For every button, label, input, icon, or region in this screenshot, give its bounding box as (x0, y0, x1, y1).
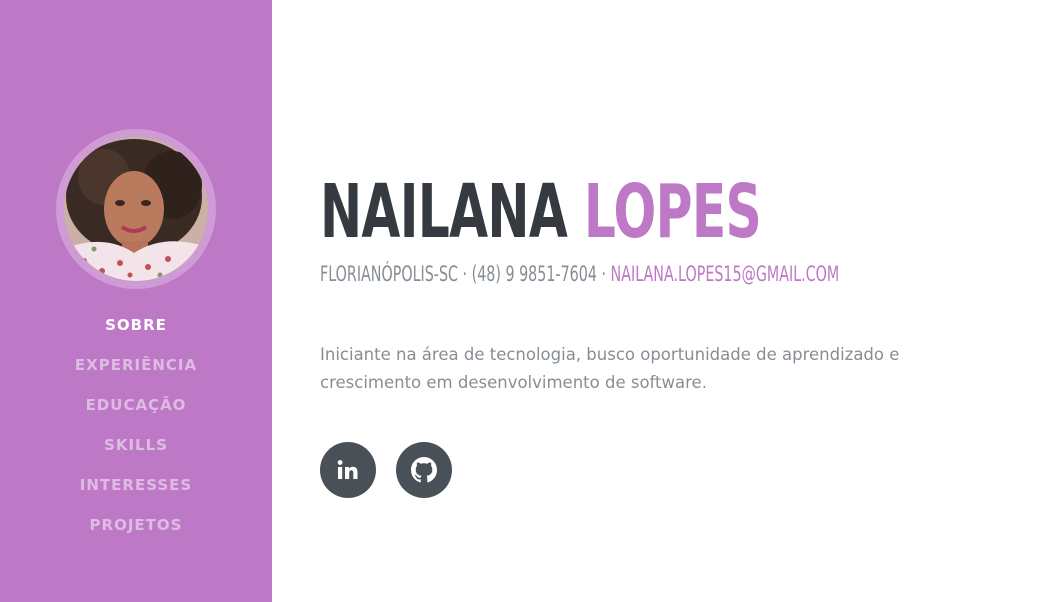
sidebar: SOBRE EXPERIÊNCIA EDUCAÇÃO SKILLS INTERE… (0, 0, 272, 602)
nav-item-sobre[interactable]: SOBRE (0, 314, 272, 354)
separator: · (457, 262, 472, 286)
email-link[interactable]: NAILANA.LOPES15@GMAIL.COM (611, 262, 840, 286)
linkedin-icon (337, 460, 358, 479)
nav-item-experiencia[interactable]: EXPERIÊNCIA (0, 354, 272, 394)
lead-text: Iniciante na área de tecnologia, busco o… (320, 345, 900, 392)
page-title: NAILANA LOPES (320, 162, 762, 262)
contact-line: FLORIANÓPOLIS-SC · (48) 9 9851-7604 · NA… (320, 259, 839, 289)
nav-item-interesses[interactable]: INTERESSES (0, 474, 272, 514)
sidebar-nav: SOBRE EXPERIÊNCIA EDUCAÇÃO SKILLS INTERE… (0, 314, 272, 554)
location: FLORIANÓPOLIS-SC (320, 262, 458, 286)
separator: · (596, 262, 611, 286)
social-icons (320, 442, 452, 498)
linkedin-button[interactable] (320, 442, 376, 498)
github-button[interactable] (396, 442, 452, 498)
nav-item-skills[interactable]: SKILLS (0, 434, 272, 474)
nav-item-projetos[interactable]: PROJETOS (0, 514, 272, 554)
github-icon (411, 457, 437, 483)
nav-item-educacao[interactable]: EDUCAÇÃO (0, 394, 272, 434)
avatar-ring (56, 129, 216, 289)
last-name: LOPES (583, 169, 762, 255)
phone: (48) 9 9851-7604 (471, 262, 597, 286)
avatar (64, 137, 208, 281)
avatar-photo (64, 137, 208, 281)
first-name: NAILANA (320, 169, 568, 255)
